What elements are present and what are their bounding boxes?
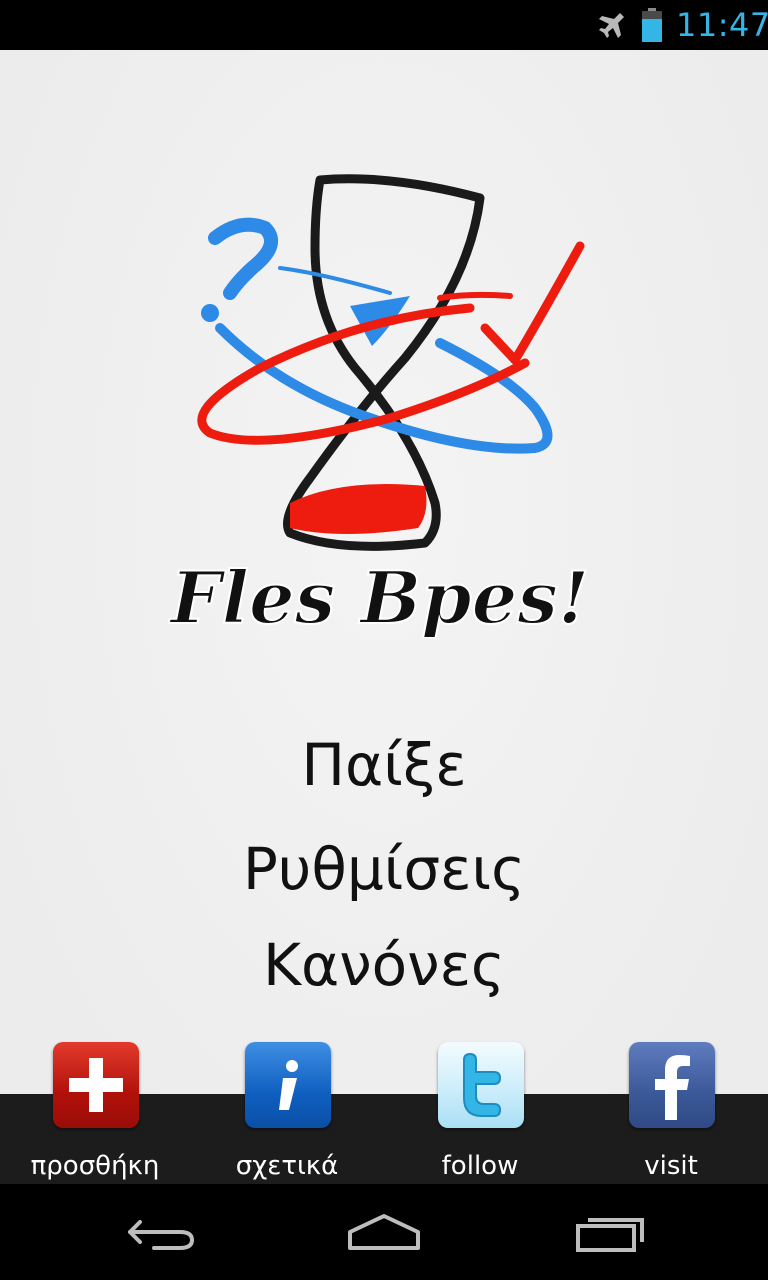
info-icon [245, 1042, 331, 1128]
screen: 11:47 Fles Bpes! Παίξε Ρυθμίσεις Κανόνες… [0, 0, 768, 1280]
airplane-mode-icon [599, 13, 624, 38]
visit-button-label: visit [644, 1151, 698, 1181]
menu-rules-button[interactable]: Κανόνες [0, 930, 768, 1000]
plus-icon [53, 1042, 139, 1128]
status-time: 11:47 [676, 6, 768, 44]
battery-icon [642, 8, 662, 42]
check-mark-icon [480, 241, 585, 365]
twitter-icon [438, 1042, 524, 1128]
facebook-icon [629, 1042, 715, 1128]
navigation-bar [0, 1184, 768, 1280]
hourglass-icon [283, 174, 485, 551]
back-icon[interactable] [110, 1204, 210, 1260]
recent-apps-icon[interactable] [560, 1204, 660, 1260]
about-button[interactable]: σχετικά [207, 1042, 367, 1184]
home-icon[interactable] [334, 1204, 434, 1260]
app-main: Fles Bpes! Παίξε Ρυθμίσεις Κανόνες προσθ… [0, 50, 768, 1184]
menu-settings-button[interactable]: Ρυθμίσεις [0, 834, 768, 904]
follow-button[interactable]: follow [400, 1042, 560, 1184]
question-mark-icon [201, 217, 279, 322]
about-button-label: σχετικά [235, 1151, 339, 1181]
status-bar: 11:47 [0, 0, 768, 50]
visit-button[interactable]: visit [591, 1042, 751, 1184]
menu-play-button[interactable]: Παίξε [0, 730, 768, 800]
logo-wordmark: Fles Bpes! [168, 555, 589, 638]
app-logo: Fles Bpes! [167, 174, 591, 638]
follow-button-label: follow [441, 1151, 519, 1181]
add-button-label: προσθήκη [30, 1151, 160, 1181]
add-button[interactable]: προσθήκη [15, 1042, 175, 1184]
